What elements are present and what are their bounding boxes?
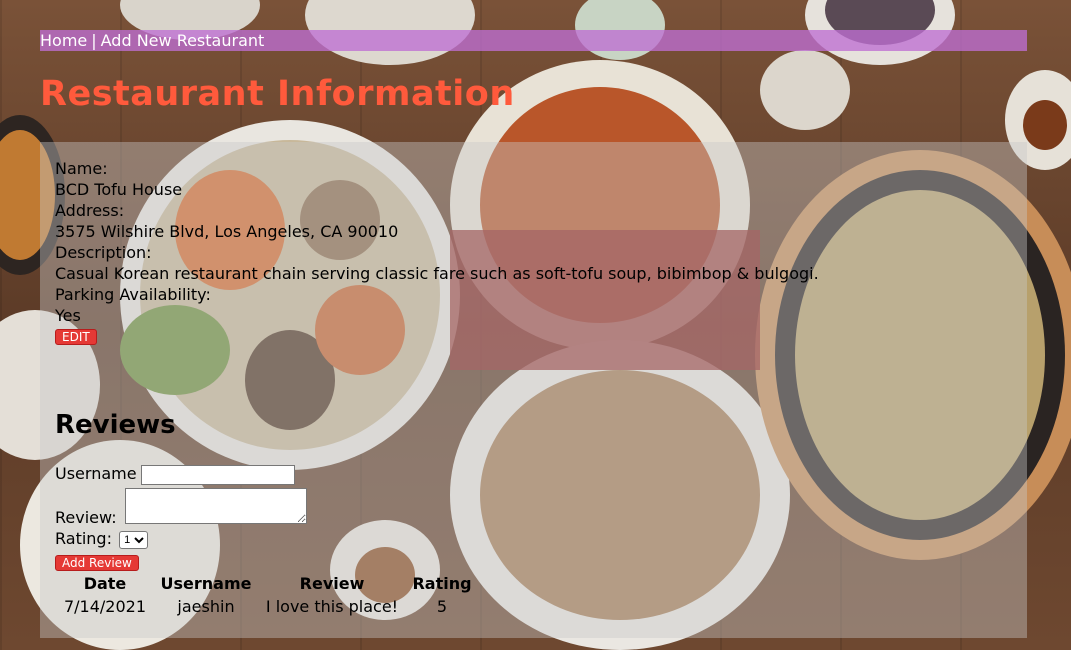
parking-value: Yes <box>55 306 81 325</box>
cell-review: I love this place! <box>265 597 399 616</box>
name-value: BCD Tofu House <box>55 180 183 199</box>
review-textarea[interactable] <box>125 488 307 524</box>
address-value: 3575 Wilshire Blvd, Los Angeles, CA 9001… <box>55 222 399 241</box>
cell-username: jaeshin <box>177 597 235 616</box>
edit-button[interactable]: EDIT <box>55 329 97 345</box>
name-label: Name: <box>55 159 108 178</box>
table-row: 7/14/2021 jaeshin I love this place! 5 <box>55 594 477 619</box>
username-label: Username <box>55 464 137 483</box>
parking-label: Parking Availability: <box>55 285 211 304</box>
reviews-table: Date Username Review Rating 7/14/2021 ja… <box>55 573 477 619</box>
reviews-heading: Reviews <box>55 410 176 440</box>
nav-separator: | <box>91 31 97 50</box>
add-review-button[interactable]: Add Review <box>55 555 139 571</box>
rating-select[interactable]: 1 <box>119 530 149 549</box>
nav-add-restaurant-link[interactable]: Add New Restaurant <box>101 31 265 50</box>
review-label: Review: <box>55 508 117 527</box>
nav-home-link[interactable]: Home <box>40 31 87 50</box>
description-label: Description: <box>55 243 152 262</box>
column-header-username: Username <box>160 574 252 593</box>
rating-label: Rating: <box>55 529 112 548</box>
address-label: Address: <box>55 201 125 220</box>
column-header-date: Date <box>83 574 127 593</box>
cell-rating: 5 <box>436 597 448 616</box>
page-title: Restaurant Information <box>40 74 515 114</box>
restaurant-info: Name: BCD Tofu House Address: 3575 Wilsh… <box>55 158 819 326</box>
rating-row: Rating: 1 <box>55 529 149 549</box>
username-row: Username <box>55 464 295 485</box>
column-header-rating: Rating <box>412 574 472 593</box>
table-header-row: Date Username Review Rating <box>55 573 477 594</box>
username-input[interactable] <box>140 464 295 485</box>
top-nav-bar: Home | Add New Restaurant <box>40 30 1027 51</box>
content-panel: Name: BCD Tofu House Address: 3575 Wilsh… <box>40 142 1027 638</box>
cell-date: 7/14/2021 <box>63 597 147 616</box>
column-header-review: Review <box>299 574 365 593</box>
description-value: Casual Korean restaurant chain serving c… <box>55 264 819 283</box>
